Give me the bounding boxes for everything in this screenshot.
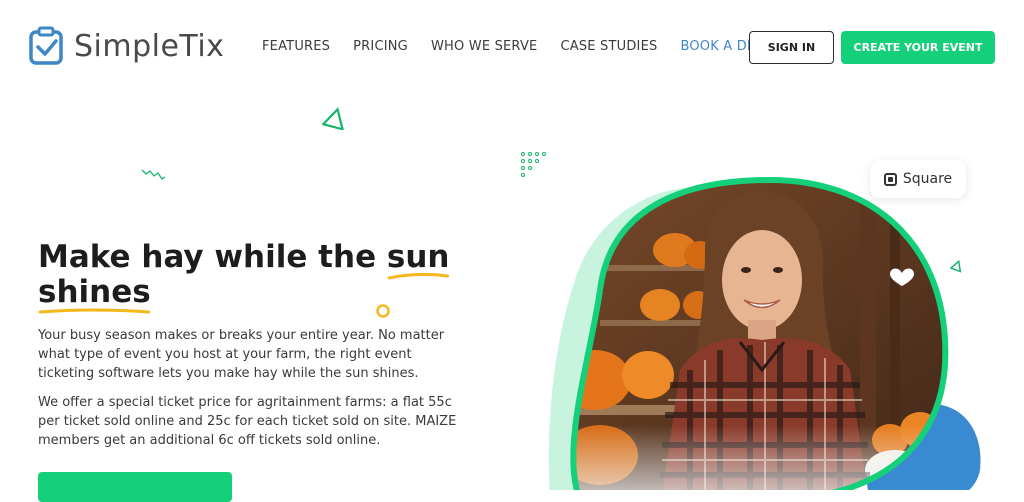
highlight-word-shines: shines (38, 274, 151, 310)
hero-title-highlight-shines: shines (38, 274, 151, 314)
hero-title-text: Make hay while the (38, 239, 387, 275)
clipboard-check-icon (29, 26, 63, 65)
brand-logo[interactable]: SimpleTix (28, 26, 224, 66)
hero-photo (548, 176, 981, 490)
underline-swoosh-icon (387, 272, 449, 280)
hero-cta-button[interactable] (38, 472, 232, 502)
triangle-decoration-icon (322, 107, 345, 130)
hero-title: Make hay while the sun shines (38, 239, 458, 314)
brand-name: SimpleTix (74, 28, 225, 64)
square-logo-icon (883, 172, 897, 186)
square-partner-badge: Square (870, 160, 966, 198)
nav-case-studies[interactable]: CASE STUDIES (560, 39, 657, 54)
nav-pricing[interactable]: PRICING (353, 39, 408, 54)
hero-paragraph-1: Your busy season makes or breaks your en… (38, 328, 445, 381)
underline-swoosh-icon (38, 308, 151, 314)
create-event-button[interactable]: CREATE YOUR EVENT (841, 31, 995, 64)
hero-title-highlight-sun: sun (386, 239, 450, 280)
square-badge-label: Square (902, 171, 953, 187)
nav-who-we-serve[interactable]: WHO WE SERVE (431, 39, 538, 54)
main-nav: FEATURES PRICING WHO WE SERVE CASE STUDI… (262, 39, 800, 54)
site-header: SimpleTix FEATURES PRICING WHO WE SERVE … (0, 0, 1024, 92)
nav-features[interactable]: FEATURES (262, 39, 330, 54)
hero-paragraph-2: We offer a special ticket price for agri… (38, 395, 457, 448)
sign-in-button[interactable]: SIGN IN (749, 31, 834, 64)
zigzag-decoration-icon (141, 169, 166, 180)
highlight-word-sun: sun (386, 239, 450, 275)
